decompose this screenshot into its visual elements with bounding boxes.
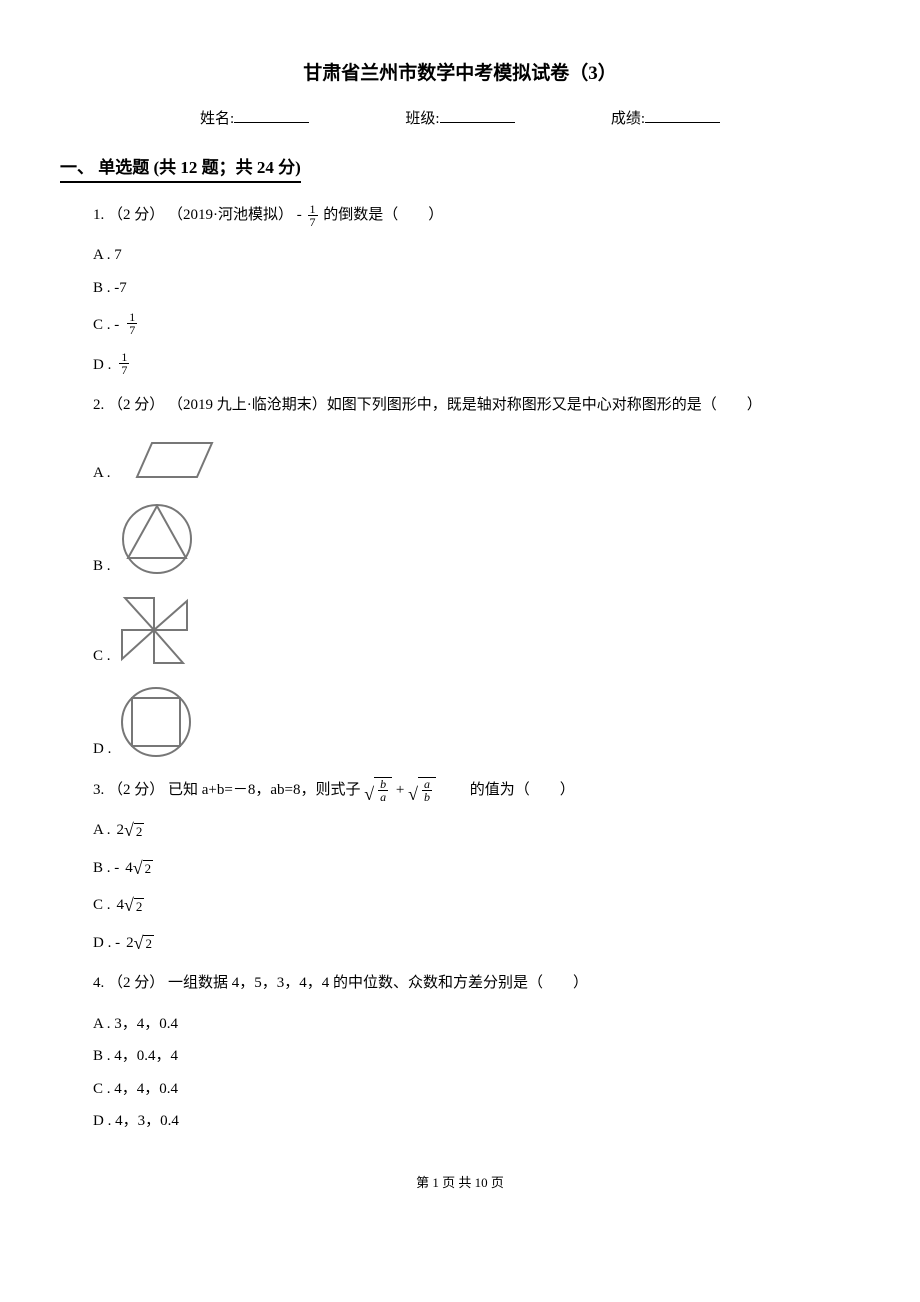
section-header: 一、 单选题 (共 12 题；共 24 分) <box>60 155 301 183</box>
question-3: 3. （2 分） 已知 a+b=－8，ab=8，则式子 √ba + √ab 的值… <box>93 776 860 955</box>
triangle-in-circle-icon <box>117 500 197 578</box>
exam-page: 甘肃省兰州市数学中考模拟试卷（3） 姓名: 班级: 成绩: 一、 单选题 (共 … <box>0 0 920 1222</box>
parallelogram-icon <box>117 435 217 485</box>
q1-option-d: D . 17 <box>93 351 860 376</box>
surd-icon: 4√2 <box>117 894 145 917</box>
q3-option-c: C . 4√2 <box>93 894 860 917</box>
q3-option-b: B . - 4√2 <box>93 857 860 880</box>
q2-option-d: D . <box>93 683 860 761</box>
q1-option-b: B . -7 <box>93 277 860 300</box>
surd-icon: 4√2 <box>125 857 153 880</box>
q4-option-c: C . 4，4，0.4 <box>93 1078 860 1101</box>
question-4: 4. （2 分） 一组数据 4，5，3，4，4 的中位数、众数和方差分别是（ ）… <box>93 969 860 1133</box>
pinwheel-icon <box>117 593 192 668</box>
q3-option-d: D . - 2√2 <box>93 932 860 955</box>
q2-option-c: C . <box>93 593 860 668</box>
score-blank[interactable] <box>645 107 720 123</box>
sqrt-fraction-icon: √ba <box>364 777 392 803</box>
name-field: 姓名: <box>200 107 309 131</box>
q3-option-a: A . 2√2 <box>93 819 860 842</box>
q4-option-a: A . 3，4，0.4 <box>93 1013 860 1036</box>
surd-icon: 2√2 <box>117 819 145 842</box>
q3-stem: 3. （2 分） 已知 a+b=－8，ab=8，则式子 √ba + √ab 的值… <box>93 776 860 805</box>
student-meta: 姓名: 班级: 成绩: <box>200 107 720 131</box>
question-1: 1. （2 分） （2019·河池模拟） - 17 的倒数是（ ） A . 7 … <box>93 201 860 377</box>
class-blank[interactable] <box>440 107 515 123</box>
class-field: 班级: <box>405 107 514 131</box>
q1-stem: 1. （2 分） （2019·河池模拟） - 17 的倒数是（ ） <box>93 201 860 230</box>
q2-option-a: A . <box>93 435 860 485</box>
fraction-icon: 17 <box>119 351 129 376</box>
q1-option-a: A . 7 <box>93 244 860 267</box>
name-blank[interactable] <box>234 107 309 123</box>
sqrt-fraction-icon: √ab <box>408 777 436 803</box>
q4-option-b: B . 4，0.4，4 <box>93 1045 860 1068</box>
square-in-circle-icon <box>117 683 195 761</box>
fraction-icon: 17 <box>127 311 137 336</box>
fraction-icon: 17 <box>308 203 318 228</box>
q4-stem: 4. （2 分） 一组数据 4，5，3，4，4 的中位数、众数和方差分别是（ ） <box>93 969 860 998</box>
page-title: 甘肃省兰州市数学中考模拟试卷（3） <box>60 60 860 89</box>
score-field: 成绩: <box>611 107 720 131</box>
q1-option-c: C . - 17 <box>93 311 860 336</box>
page-footer: 第 1 页 共 10 页 <box>60 1173 860 1193</box>
q2-option-b: B . <box>93 500 860 578</box>
q2-stem: 2. （2 分） （2019 九上·临沧期末）如图下列图形中，既是轴对称图形又是… <box>93 391 860 420</box>
q4-option-d: D . 4，3，0.4 <box>93 1110 860 1133</box>
question-2: 2. （2 分） （2019 九上·临沧期末）如图下列图形中，既是轴对称图形又是… <box>93 391 860 761</box>
surd-icon: 2√2 <box>126 932 154 955</box>
